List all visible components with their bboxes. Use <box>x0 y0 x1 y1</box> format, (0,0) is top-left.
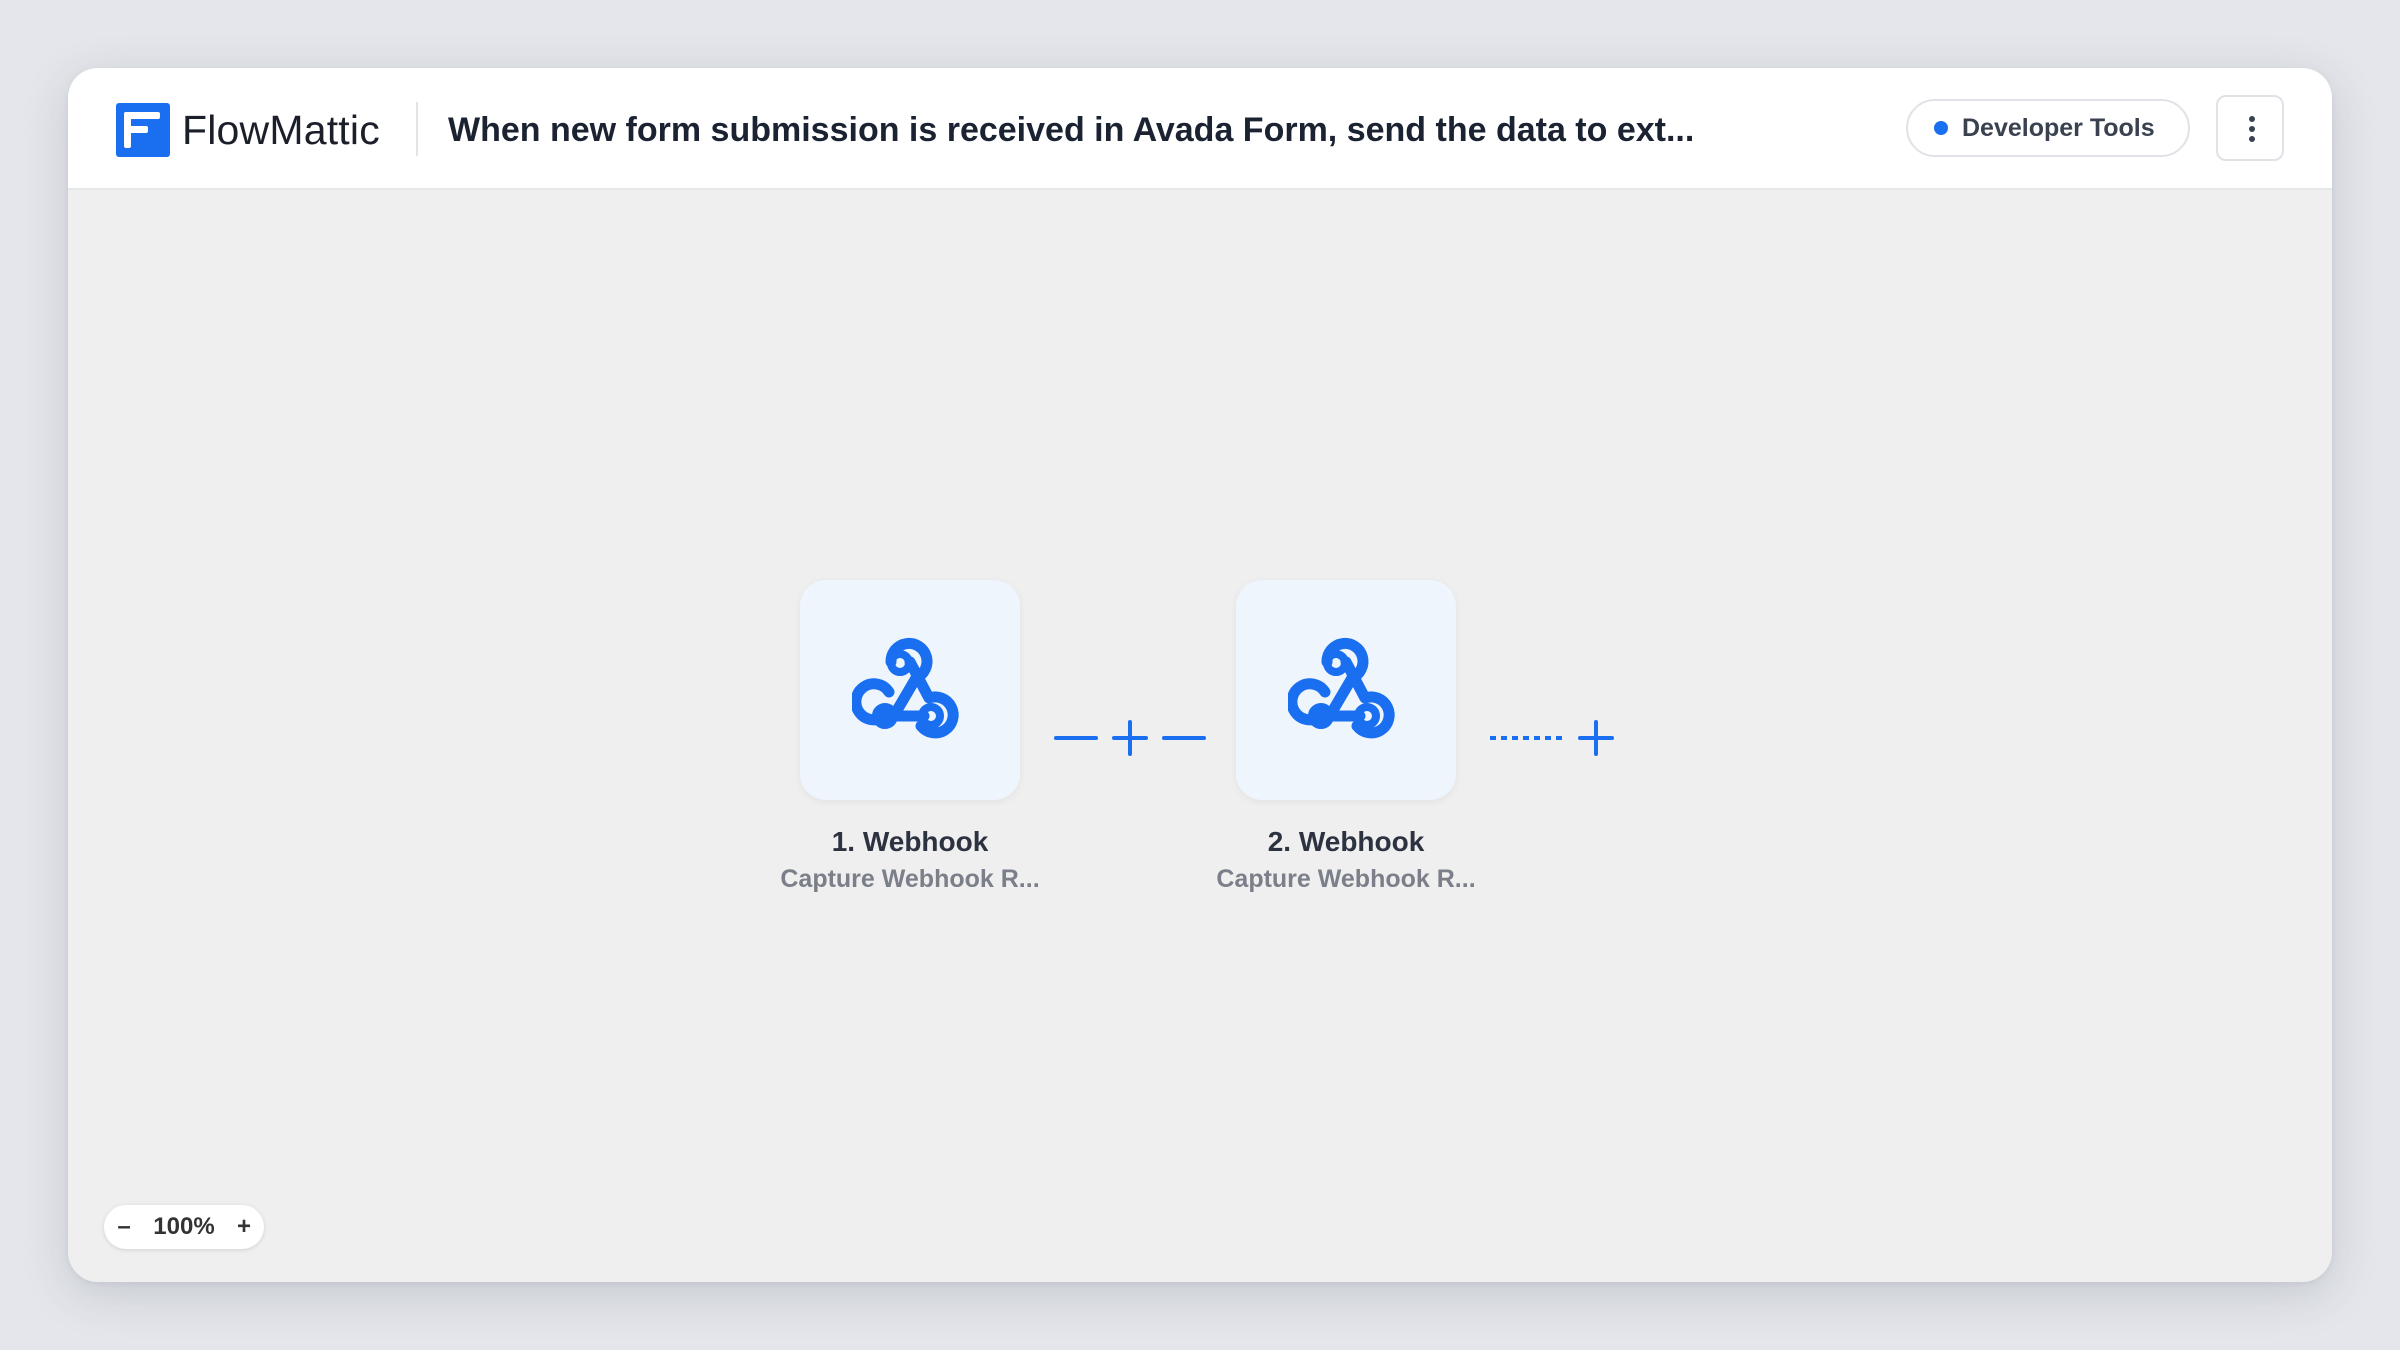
add-step-button[interactable] <box>1574 716 1618 760</box>
add-step-between-button[interactable] <box>1108 716 1152 760</box>
step-2-subtitle: Capture Webhook R... <box>1216 865 1476 893</box>
webhook-icon <box>852 637 959 739</box>
step-1-subtitle: Capture Webhook R... <box>780 865 1040 893</box>
flowmattic-logo-icon <box>116 103 170 157</box>
connector-line-right <box>1162 736 1206 740</box>
developer-tools-button[interactable]: Developer Tools <box>1906 99 2190 157</box>
brand-name: FlowMattic <box>182 107 380 153</box>
zoom-in-button[interactable]: + <box>226 1205 262 1249</box>
more-menu-button[interactable] <box>2216 95 2284 161</box>
workflow-step-2[interactable] <box>1236 580 1456 800</box>
header-bar: FlowMattic When new form submission is r… <box>68 68 2332 190</box>
status-dot-icon <box>1934 121 1948 135</box>
zoom-out-button[interactable]: – <box>106 1205 142 1249</box>
zoom-level: 100% <box>153 1213 215 1240</box>
step-1-title: 1. Webhook <box>831 826 989 857</box>
connector-line-left <box>1054 736 1098 740</box>
webhook-icon <box>1288 637 1395 739</box>
connector-dashed-line <box>1490 736 1562 740</box>
app-window: FlowMattic When new form submission is r… <box>68 68 2332 1282</box>
workflow-step-1[interactable] <box>800 580 1020 800</box>
workflow-title[interactable]: When new form submission is received in … <box>448 100 1848 160</box>
zoom-control: – 100% + <box>104 1205 264 1249</box>
header-divider <box>416 102 418 156</box>
developer-tools-label: Developer Tools <box>1962 114 2155 142</box>
step-2-title: 2. Webhook <box>1267 826 1425 857</box>
